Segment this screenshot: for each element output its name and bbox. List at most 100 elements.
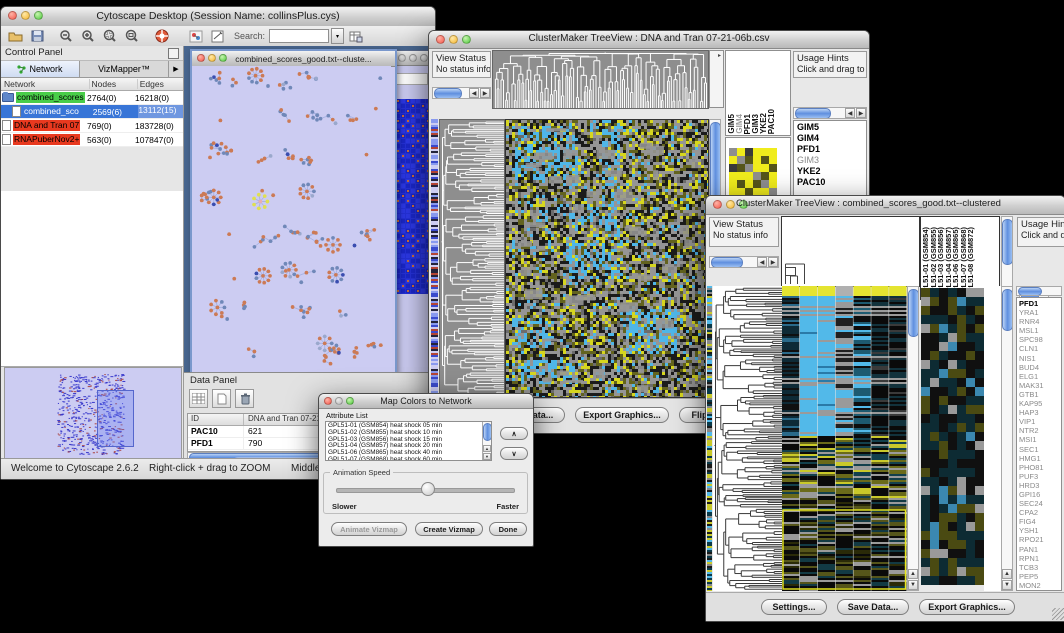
gene-list-item[interactable]: PAC10 <box>797 177 863 188</box>
network-table-row[interactable]: combined_sco2569(6)13112(15) <box>1 105 183 119</box>
animation-slider-handle[interactable] <box>421 482 435 496</box>
scroll-left-icon[interactable]: ◀ <box>469 88 479 98</box>
zoom-in-icon[interactable] <box>78 28 98 45</box>
gene-list-item[interactable]: FIG4 <box>1019 517 1059 526</box>
attribute-list-item[interactable]: GPL51-07 (GSM868) heat shock 60 min <box>328 457 489 461</box>
tv2-zoomed-heatmap[interactable] <box>921 288 984 585</box>
search-dropdown-arrow[interactable]: ▾ <box>331 28 344 44</box>
tv2-row-dendrogram[interactable] <box>713 286 782 591</box>
scroll-down-icon[interactable]: ▼ <box>1002 580 1012 590</box>
tv2-gene-list[interactable]: PFD1YRA1RNR4MSL1SPC98CLN1NIS1BUD4ELG1MAK… <box>1016 297 1062 591</box>
import-table-icon[interactable] <box>346 28 366 45</box>
tab-overflow-button[interactable]: ▶ <box>169 61 183 77</box>
gene-list-item[interactable]: MON2 <box>1019 581 1059 590</box>
resize-grip[interactable] <box>1052 608 1064 620</box>
tv1-heatmap[interactable] <box>505 119 709 398</box>
export-graphics-button[interactable]: Export Graphics... <box>575 407 669 423</box>
save-icon[interactable] <box>27 28 47 45</box>
gene-list-item[interactable]: KAP95 <box>1019 399 1059 408</box>
open-file-icon[interactable] <box>5 28 25 45</box>
gene-list-item[interactable]: PAN1 <box>1019 545 1059 554</box>
help-lifering-icon[interactable] <box>152 28 172 45</box>
gene-list-item[interactable]: GIM4 <box>797 133 863 144</box>
network-table-row[interactable]: RNAPuberNov2+563(0)107847(0) <box>1 133 183 147</box>
tv2-status-scrollbar[interactable]: ◀ ▶ <box>709 256 779 268</box>
gene-list-item[interactable]: HRD3 <box>1019 481 1059 490</box>
tv2-zoom-vscrollbar[interactable]: ▲ ▼ <box>1001 286 1013 591</box>
tv1-mini-heatmap[interactable] <box>729 148 779 200</box>
gene-list-item[interactable]: GTB1 <box>1019 390 1059 399</box>
gene-list-item[interactable]: GIM3 <box>797 155 863 166</box>
save-data-button[interactable]: Save Data... <box>837 599 909 615</box>
minimize-icon[interactable] <box>409 54 417 62</box>
new-attribute-icon[interactable] <box>212 389 231 408</box>
float-panel-icon[interactable] <box>168 48 179 59</box>
gene-list-item[interactable]: MSI1 <box>1019 435 1059 444</box>
zoom-selected-icon[interactable] <box>100 28 120 45</box>
gene-list-item[interactable]: NIS1 <box>1019 354 1059 363</box>
gene-list-item[interactable]: YKE2 <box>797 166 863 177</box>
tv1-titlebar[interactable]: ClusterMaker TreeView : DNA and Tran 07-… <box>429 31 869 49</box>
network-table-row[interactable]: DNA and Tran 07769(0)183728(0) <box>1 119 183 133</box>
zoom-out-icon[interactable] <box>56 28 76 45</box>
attribute-list-vscrollbar[interactable]: ▲ ▼ <box>482 422 491 460</box>
scroll-up-icon[interactable]: ▲ <box>483 445 491 452</box>
tv1-status-scrollbar[interactable]: ◀ ▶ <box>432 87 491 99</box>
network-graph-view[interactable] <box>192 66 391 369</box>
gene-list-item[interactable]: PEP5 <box>1019 572 1059 581</box>
gene-list-item[interactable]: RPN1 <box>1019 554 1059 563</box>
gene-list-item[interactable]: CPA2 <box>1019 508 1059 517</box>
export-graphics-button[interactable]: Export Graphics... <box>919 599 1015 615</box>
tv1-right-hscrollbar[interactable]: ◀ ▶ <box>793 107 867 119</box>
create-vizmap-button[interactable]: Create Vizmap <box>415 522 483 536</box>
gene-list-item[interactable]: TCB3 <box>1019 563 1059 572</box>
scroll-right-icon[interactable]: ▶ <box>480 88 490 98</box>
tv1-column-dendrogram[interactable] <box>492 50 709 109</box>
settings-button[interactable]: Settings... <box>761 599 827 615</box>
tv2-genes-hscrollbar[interactable] <box>1016 286 1062 296</box>
scroll-right-icon[interactable]: ▶ <box>768 257 778 267</box>
tv2-heatmap-vscrollbar[interactable]: ▲ ▼ <box>907 286 919 591</box>
zoom-icon[interactable] <box>420 54 428 62</box>
gene-list-item[interactable]: MSL1 <box>1019 326 1059 335</box>
close-icon[interactable] <box>398 54 406 62</box>
attribute-listbox[interactable]: GPL51-01 (GSM854) heat shock 05 minGPL51… <box>325 421 492 461</box>
search-input[interactable] <box>269 29 329 43</box>
move-up-button[interactable]: ∧ <box>500 427 528 440</box>
dialog-titlebar[interactable]: Map Colors to Network <box>319 394 533 409</box>
scroll-left-icon[interactable]: ◀ <box>845 108 855 118</box>
network-table-row[interactable]: combined_scores2764(0)16218(0) <box>1 91 183 105</box>
network-frame[interactable]: combined_scores_good.txt--cluste... <box>190 49 397 376</box>
gene-list-item[interactable]: MAK31 <box>1019 381 1059 390</box>
gene-list-item[interactable]: SEC1 <box>1019 445 1059 454</box>
gene-list-item[interactable]: ELG1 <box>1019 372 1059 381</box>
scroll-down-icon[interactable]: ▼ <box>483 453 491 460</box>
done-button[interactable]: Done <box>489 522 527 536</box>
main-titlebar[interactable]: Cytoscape Desktop (Session Name: collins… <box>1 7 435 27</box>
gene-list-item[interactable]: HMG1 <box>1019 454 1059 463</box>
gene-list-item[interactable]: BUD4 <box>1019 363 1059 372</box>
gene-list-item[interactable]: SPC98 <box>1019 335 1059 344</box>
gene-list-item[interactable]: VIP1 <box>1019 417 1059 426</box>
table-mode-icon[interactable] <box>189 389 208 408</box>
tab-network[interactable]: Network <box>1 61 80 77</box>
move-down-button[interactable]: ∨ <box>500 447 528 460</box>
zoom-fit-icon[interactable] <box>122 28 142 45</box>
gene-list-item[interactable]: SEC24 <box>1019 499 1059 508</box>
gene-list-item[interactable]: NTR2 <box>1019 426 1059 435</box>
gene-list-item[interactable]: YRA1 <box>1019 308 1059 317</box>
gene-list-item[interactable]: PUF3 <box>1019 472 1059 481</box>
tab-vizmapper[interactable]: VizMapper™ <box>80 61 169 77</box>
scroll-down-icon[interactable]: ▼ <box>908 580 918 590</box>
tv2-column-dendrogram[interactable] <box>781 216 920 287</box>
tv2-heatmap[interactable] <box>782 286 907 591</box>
gene-list-item[interactable]: PFD1 <box>1019 299 1059 308</box>
gene-list-item[interactable]: GPI16 <box>1019 490 1059 499</box>
gene-list-item[interactable]: CLN1 <box>1019 344 1059 353</box>
gene-list-item[interactable]: PFD1 <box>797 144 863 155</box>
gene-list-item[interactable]: GIM5 <box>797 122 863 133</box>
gene-list-item[interactable]: HAP3 <box>1019 408 1059 417</box>
network-overview-panel[interactable] <box>4 367 182 462</box>
delete-attribute-trash-icon[interactable] <box>235 389 254 408</box>
tv1-row-dendrogram[interactable] <box>439 119 505 398</box>
